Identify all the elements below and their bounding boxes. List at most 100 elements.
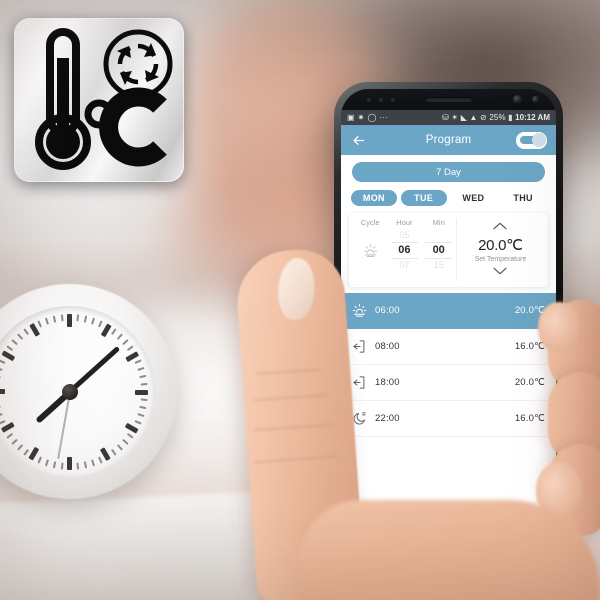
clock-tick-mark	[126, 344, 134, 351]
day-tab-mon[interactable]: MON	[351, 190, 397, 206]
front-camera-icon	[513, 95, 522, 104]
clock-tick-mark	[138, 374, 147, 378]
clock-tick-mark	[52, 314, 56, 323]
sunrise-icon	[352, 303, 371, 318]
plaque-graphics	[35, 28, 173, 170]
chevron-up-glyph	[493, 222, 508, 230]
chevron-down-icon[interactable]	[492, 264, 508, 280]
clock-tick-mark	[44, 317, 49, 325]
clock-tick-mark	[52, 460, 56, 469]
clock-tick-mark	[133, 419, 142, 425]
seven-day-mode-button[interactable]: 7 Day	[352, 162, 545, 182]
schedule-time: 06:00	[375, 305, 400, 316]
schedule-temp: 16.0℃	[514, 341, 545, 352]
clock-tick-mark	[16, 443, 23, 451]
status-bar-left-icons: ▣ ✷ ◯ ···	[347, 112, 388, 122]
more-icon: ···	[379, 112, 388, 122]
temperature-stepper: 20.0℃ Set Temperature	[455, 218, 544, 281]
clock-tick-mark	[121, 438, 129, 445]
back-arrow-icon[interactable]	[350, 132, 366, 148]
clock-tick-mark	[90, 317, 95, 325]
schedule-row-wake[interactable]: 06:00 20.0℃	[341, 293, 556, 329]
iris-sensor-icon	[391, 98, 395, 102]
schedule-list: 06:00 20.0℃ 08:00 16.0℃ 18:00 20.0℃ 22:0…	[341, 293, 556, 514]
clock-tick-mark	[67, 456, 72, 470]
time-picker: Cycle Hour Min 05 06 07 00 15	[353, 218, 456, 281]
settings-icon: ✷	[357, 112, 365, 122]
schedule-time: 22:00	[375, 413, 400, 424]
moon-icon	[352, 411, 371, 426]
cycle-selected	[356, 243, 383, 258]
schedule-editor-card: Cycle Hour Min 05 06 07 00 15 20.0℃ Set …	[349, 213, 548, 287]
phone-screen: ▣ ✷ ◯ ··· ⛁ ✶ ◣ ▲ ⊘ 25% ▮ 10:12 AM Progr…	[341, 89, 556, 530]
schedule-row-leave[interactable]: 08:00 16.0℃	[341, 329, 556, 365]
clock-tick-mark	[136, 366, 144, 371]
schedule-time: 18:00	[375, 377, 400, 388]
return-home-glyph	[353, 376, 365, 389]
chevron-up-icon[interactable]	[492, 219, 508, 235]
schedule-temp: 16.0℃	[514, 413, 545, 424]
clock-tick-mark	[0, 419, 6, 425]
day-tab-thu[interactable]: THU	[500, 190, 546, 206]
cycle-column[interactable]	[353, 229, 387, 272]
minute-ghost-below: 15	[433, 260, 444, 270]
smartphone: ▣ ✷ ◯ ··· ⛁ ✶ ◣ ▲ ⊘ 25% ▮ 10:12 AM Progr…	[334, 82, 563, 537]
phone-bottom-bezel	[341, 514, 556, 530]
clock-tick-mark	[75, 462, 79, 470]
status-bar-clock: 10:12 AM	[515, 113, 550, 122]
phone-top-bezel	[341, 89, 556, 110]
set-temperature-value: 20.0℃	[478, 237, 523, 254]
leave-home-icon	[352, 339, 371, 354]
hour-ghost-above: 05	[399, 230, 410, 240]
clock-tick-mark	[10, 338, 18, 345]
clock-tick-mark	[126, 432, 134, 439]
schedule-row-sleep[interactable]: 22:00 16.0℃	[341, 401, 556, 437]
secondary-sensor-icon	[532, 96, 539, 103]
time-picker-columns: 05 06 07 00 15	[353, 229, 456, 272]
minute-column[interactable]: 00 15	[422, 229, 456, 272]
screenshot-stage: ▣ ✷ ◯ ··· ⛁ ✶ ◣ ▲ ⊘ 25% ▮ 10:12 AM Progr…	[0, 0, 600, 600]
minute-column-header: Min	[432, 218, 445, 227]
celsius-plaque	[14, 18, 184, 182]
clock-tick-mark	[5, 432, 13, 439]
hour-column[interactable]: 05 06 07	[387, 229, 421, 272]
clock-tick-mark	[97, 455, 103, 464]
battery-percent-label: 25%	[489, 113, 506, 122]
clock-shelf	[0, 491, 260, 600]
clock-tick-mark	[36, 319, 42, 328]
clock-tick-mark	[67, 313, 72, 327]
clock-tick-mark	[97, 319, 103, 328]
hour-ghost-below: 07	[399, 260, 410, 270]
toggle-knob	[531, 133, 546, 147]
clock-tick-mark	[83, 460, 87, 469]
app-content: 7 Day MON TUE WED THU Cycle Hour Min 05 …	[341, 155, 556, 514]
screenshot-icon: ▣	[347, 112, 355, 122]
clock-tick-mark	[140, 397, 148, 401]
earpiece-speaker	[425, 97, 472, 102]
thermometer-icon	[35, 28, 91, 170]
program-enable-toggle[interactable]	[516, 131, 547, 149]
day-tab-tue[interactable]: TUE	[400, 190, 447, 206]
schedule-temp: 20.0℃	[514, 377, 545, 388]
analog-alarm-clock	[0, 284, 177, 499]
status-bar-right-icons: ⛁ ✶ ◣ ▲ ⊘ 25% ▮ 10:12 AM	[442, 113, 550, 122]
day-tab-wed[interactable]: WED	[451, 190, 497, 206]
letter-c-glyph	[99, 87, 167, 167]
clock-tick-mark	[0, 358, 6, 364]
time-picker-headers: Cycle Hour Min	[353, 218, 456, 227]
clock-tick-mark	[60, 313, 64, 321]
schedule-row-return[interactable]: 18:00 20.0℃	[341, 365, 556, 401]
do-not-disturb-icon: ⊘	[480, 112, 487, 122]
mute-icon: ◣	[460, 112, 467, 122]
clock-tick-mark	[83, 314, 87, 323]
sunrise-icon	[363, 244, 377, 257]
chevron-down-glyph	[493, 267, 508, 275]
clock-tick-mark	[0, 366, 3, 371]
minute-selected: 00	[424, 242, 453, 259]
clock-tick-mark	[138, 405, 147, 409]
clock-tick-mark	[110, 327, 117, 335]
clock-tick-mark	[116, 443, 123, 451]
proximity-sensor-icon	[367, 98, 371, 102]
clock-tick-mark	[22, 448, 29, 456]
clock-tick-mark	[60, 462, 64, 470]
